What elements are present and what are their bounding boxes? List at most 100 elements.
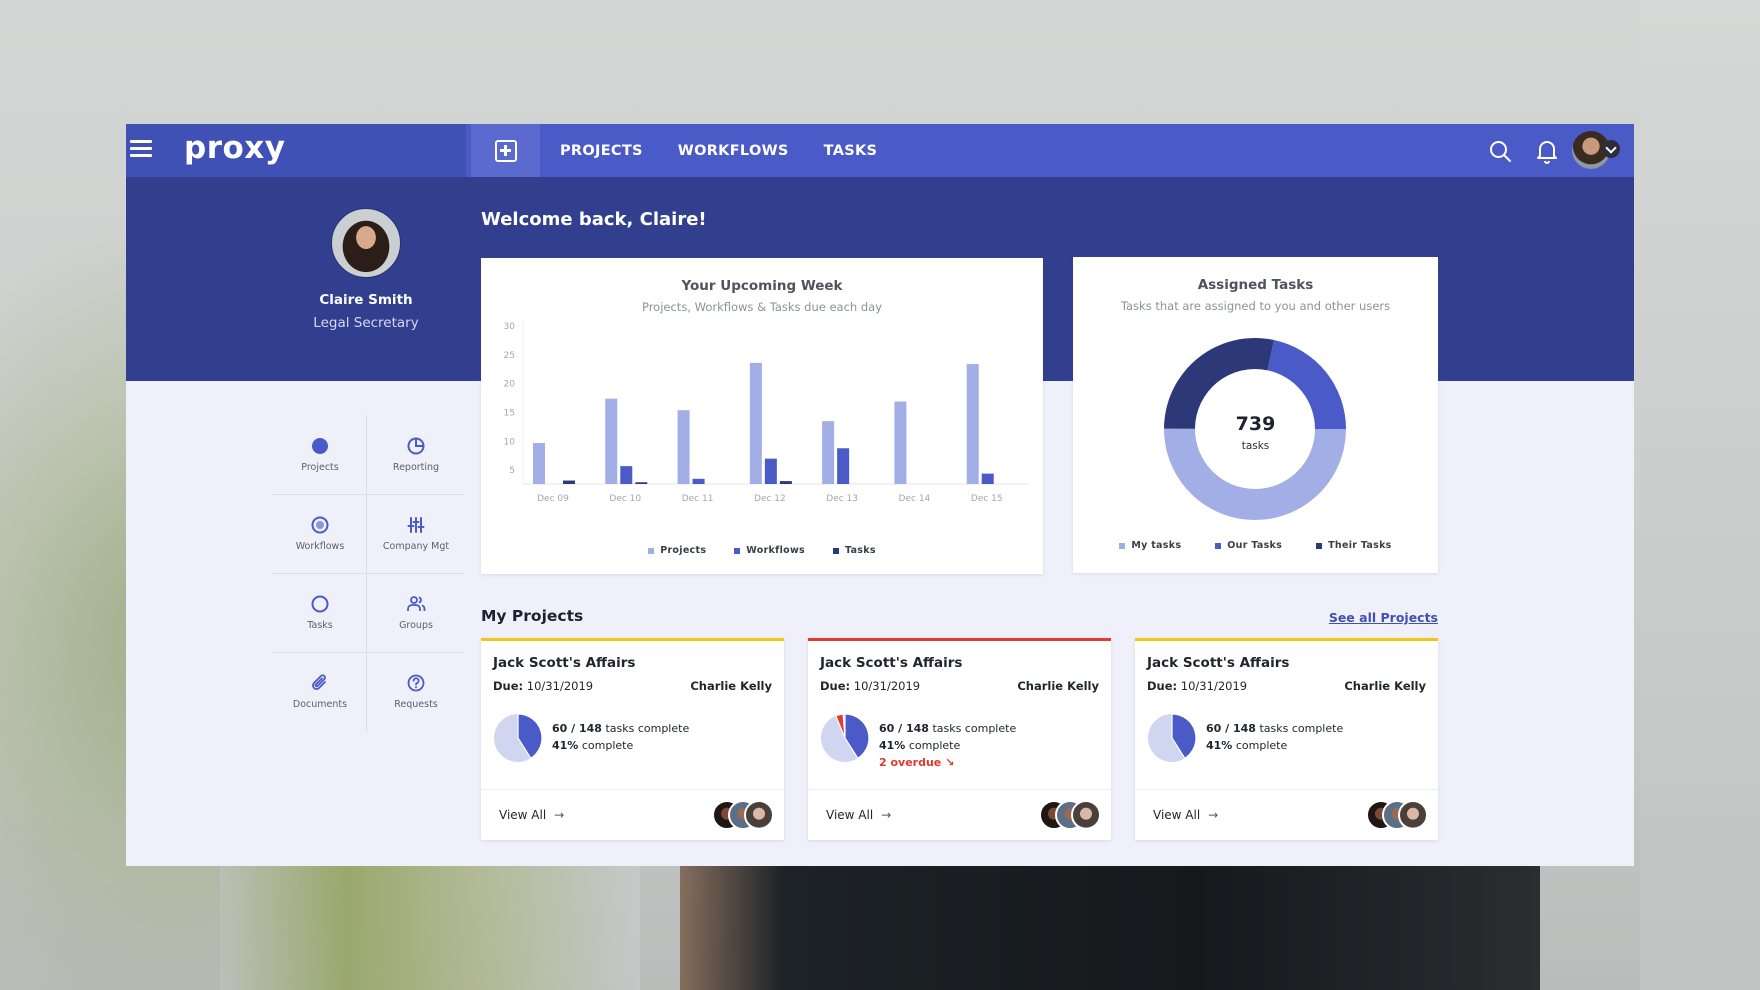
project-title[interactable]: Jack Scott's Affairs — [493, 655, 635, 671]
bar-projects-dec-15[interactable] — [966, 364, 979, 484]
member-avatars[interactable] — [1366, 800, 1432, 830]
view-all-label: View All — [1153, 808, 1201, 822]
view-all-button[interactable]: View All → — [826, 808, 891, 822]
project-title[interactable]: Jack Scott's Affairs — [820, 655, 962, 671]
divider — [1135, 789, 1438, 790]
bar-workflows-dec-11[interactable] — [692, 478, 705, 484]
project-card[interactable]: Jack Scott's Affairs Due: 10/31/2019 Cha… — [1135, 638, 1438, 840]
member-avatars[interactable] — [712, 800, 778, 830]
main-nav: PROJECTS WORKFLOWS TASKS — [560, 124, 912, 177]
bar-tasks-dec-12[interactable] — [779, 481, 792, 484]
y-tick-label: 25 — [504, 351, 515, 361]
view-all-label: View All — [826, 808, 874, 822]
profile-avatar[interactable] — [331, 208, 401, 278]
project-owner: Charlie Kelly — [1017, 679, 1099, 693]
nav-tasks[interactable]: TASKS — [824, 143, 878, 159]
bar-projects-dec-09[interactable] — [533, 443, 545, 484]
x-tick-label: Dec 09 — [537, 494, 569, 504]
project-card[interactable]: Jack Scott's Affairs Due: 10/31/2019 Cha… — [481, 638, 784, 840]
bar-workflows-dec-12[interactable] — [764, 458, 777, 484]
quick-link-projects[interactable]: Projects — [272, 415, 368, 494]
quick-link-documents[interactable]: Documents — [272, 652, 368, 731]
nav-workflows[interactable]: WORKFLOWS — [678, 143, 789, 159]
project-owner: Charlie Kelly — [690, 679, 772, 693]
quick-link-reporting[interactable]: Reporting — [368, 415, 464, 494]
legend-our-tasks[interactable]: Our Tasks — [1215, 540, 1282, 551]
member-avatars[interactable] — [1039, 800, 1105, 830]
pie-chart-icon — [407, 437, 425, 455]
due-label: Due: — [1147, 679, 1178, 693]
project-owner: Charlie Kelly — [1344, 679, 1426, 693]
bar-tasks-dec-10[interactable] — [635, 482, 648, 484]
quick-link-label: Documents — [292, 699, 348, 710]
legend-swatch — [833, 547, 840, 554]
help-circle-icon — [407, 674, 425, 692]
quick-link-workflows[interactable]: Workflows — [272, 494, 368, 573]
project-card[interactable]: Jack Scott's Affairs Due: 10/31/2019 Cha… — [808, 638, 1111, 840]
donut-center-label: tasks — [1241, 440, 1270, 452]
tasks-complete-count: 60 / 148 — [879, 722, 929, 735]
tasks-complete-suffix: tasks complete — [1259, 722, 1344, 735]
view-all-button[interactable]: View All → — [499, 808, 564, 822]
quick-link-company-mgt[interactable]: Company Mgt — [368, 494, 464, 573]
legend-their-tasks[interactable]: Their Tasks — [1316, 540, 1392, 551]
project-title[interactable]: Jack Scott's Affairs — [1147, 655, 1289, 671]
bar-workflows-dec-13[interactable] — [837, 448, 850, 484]
due-value: 10/31/2019 — [1180, 679, 1248, 693]
quick-link-requests[interactable]: Requests — [368, 652, 464, 731]
overdue-link[interactable]: 2 overdue ↘ — [879, 754, 1016, 771]
bar-projects-dec-12[interactable] — [749, 362, 762, 484]
search-icon[interactable] — [1488, 139, 1512, 163]
percent-value: 41% — [552, 739, 579, 752]
profile-name: Claire Smith — [319, 292, 413, 308]
x-tick-label: Dec 11 — [682, 494, 714, 504]
bar-projects-dec-14[interactable] — [894, 401, 907, 484]
project-status-bar — [481, 638, 784, 641]
background-person-blur — [680, 860, 1540, 990]
member-avatar[interactable] — [744, 800, 774, 830]
legend-tasks[interactable]: Tasks — [833, 545, 876, 556]
add-new-button[interactable] — [471, 124, 540, 177]
paperclip-icon — [312, 674, 326, 690]
view-all-button[interactable]: View All → — [1153, 808, 1218, 822]
bell-icon[interactable] — [1535, 138, 1559, 164]
my-projects-heading: My Projects — [481, 607, 584, 625]
percent-value: 41% — [1206, 739, 1233, 752]
quick-link-label: Workflows — [295, 541, 345, 552]
bar-workflows-dec-15[interactable] — [981, 473, 994, 484]
legend-label: Tasks — [845, 545, 876, 556]
y-tick-label: 20 — [504, 380, 516, 390]
circle-outline-icon — [311, 595, 329, 613]
sliders-icon — [407, 517, 425, 533]
nav-projects[interactable]: PROJECTS — [560, 143, 643, 159]
y-tick-label: 30 — [504, 322, 516, 332]
chevron-down-icon[interactable] — [1602, 140, 1620, 158]
upcoming-week-bar-chart: 5 10 15 20 25 30 Dec 09 Dec 10 Dec 11 Dec 12 Dec 1… — [504, 320, 1029, 504]
quick-link-label: Tasks — [307, 620, 333, 631]
see-all-projects-link[interactable]: See all Projects — [1329, 610, 1438, 625]
member-avatar[interactable] — [1398, 800, 1428, 830]
bar-workflows-dec-10[interactable] — [620, 466, 633, 484]
tasks-complete-suffix: tasks complete — [932, 722, 1017, 735]
bar-projects-dec-10[interactable] — [605, 398, 618, 484]
view-all-label: View All — [499, 808, 547, 822]
hamburger-icon[interactable] — [130, 140, 152, 160]
quick-link-tasks[interactable]: Tasks — [272, 573, 368, 652]
bar-projects-dec-11[interactable] — [677, 410, 690, 484]
proxy-logo[interactable]: proxy — [184, 130, 285, 166]
legend-label: Workflows — [746, 545, 806, 556]
bar-projects-dec-13[interactable] — [822, 421, 835, 484]
x-tick-label: Dec 13 — [826, 494, 858, 504]
member-avatar[interactable] — [1071, 800, 1101, 830]
quick-link-groups[interactable]: Groups — [368, 573, 464, 652]
background-plant-blur — [220, 860, 640, 990]
quick-link-label: Projects — [301, 462, 339, 473]
bar-tasks-dec-09[interactable] — [563, 480, 575, 484]
legend-my-tasks[interactable]: My tasks — [1119, 540, 1181, 551]
users-icon — [407, 596, 426, 611]
legend-projects[interactable]: Projects — [648, 545, 706, 556]
legend-workflows[interactable]: Workflows — [734, 545, 805, 556]
chart-legend: Projects Workflows Tasks — [481, 545, 1043, 556]
assigned-tasks-card: Assigned Tasks Tasks that are assigned t… — [1073, 257, 1438, 573]
tasks-complete-count: 60 / 148 — [1206, 722, 1256, 735]
